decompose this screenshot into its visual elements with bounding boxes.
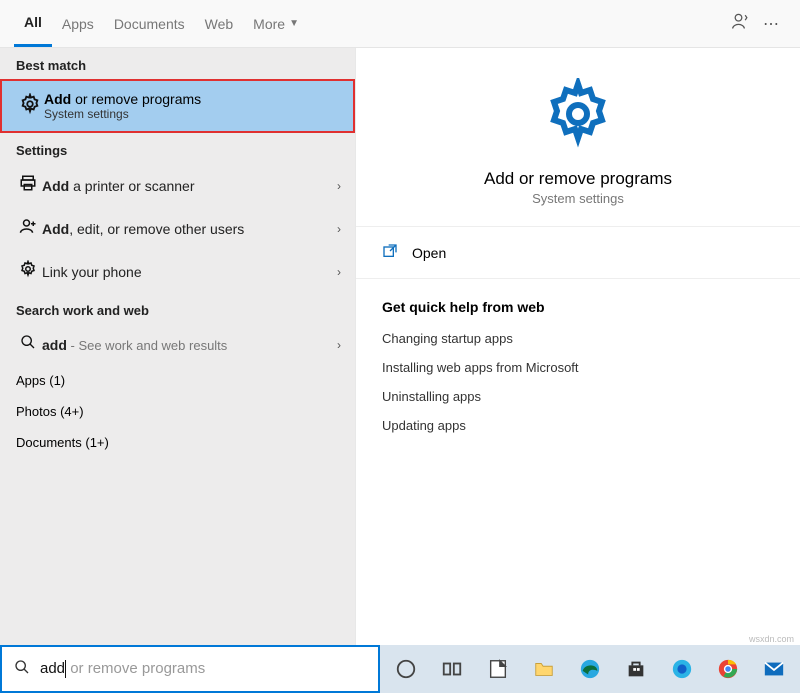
preview-title: Add or remove programs xyxy=(376,169,780,189)
taskbar-cortana-icon[interactable] xyxy=(392,655,420,683)
chevron-down-icon: ▼ xyxy=(289,18,299,29)
search-web-header: Search work and web xyxy=(0,293,355,324)
taskbar xyxy=(380,645,800,693)
preview-subtitle: System settings xyxy=(376,191,780,206)
tab-all[interactable]: All xyxy=(14,0,52,47)
gear-icon xyxy=(16,93,44,120)
person-icon xyxy=(14,217,42,240)
preview-panel: Add or remove programs System settings O… xyxy=(355,48,800,645)
taskbar-store-icon[interactable] xyxy=(622,655,650,683)
settings-header: Settings xyxy=(0,133,355,164)
result-best-match[interactable]: Add or remove programs System settings xyxy=(0,79,355,133)
taskbar-chrome-icon[interactable] xyxy=(714,655,742,683)
chevron-right-icon: › xyxy=(337,338,341,352)
search-input[interactable]: add or remove programs xyxy=(0,645,380,693)
open-icon xyxy=(382,243,398,262)
tab-apps[interactable]: Apps xyxy=(52,0,104,47)
watermark: wsxdn.com xyxy=(749,634,794,644)
gear-icon xyxy=(14,260,42,283)
rewards-icon[interactable] xyxy=(726,11,756,36)
result-add-printer[interactable]: Add a printer or scanner › xyxy=(0,164,355,207)
result-add-users[interactable]: Add, edit, or remove other users › xyxy=(0,207,355,250)
results-panel: Best match Add or remove programs System… xyxy=(0,48,355,645)
tab-documents[interactable]: Documents xyxy=(104,0,195,47)
tab-web[interactable]: Web xyxy=(195,0,244,47)
chevron-right-icon: › xyxy=(337,179,341,193)
taskbar-libreoffice-icon[interactable] xyxy=(484,655,512,683)
category-documents[interactable]: Documents (1+) xyxy=(0,427,355,458)
search-tabs: All Apps Documents Web More▼ ⋯ xyxy=(0,0,800,48)
more-options-icon[interactable]: ⋯ xyxy=(756,14,786,34)
help-link[interactable]: Uninstalling apps xyxy=(382,389,774,404)
taskbar-taskview-icon[interactable] xyxy=(438,655,466,683)
best-match-header: Best match xyxy=(0,48,355,79)
open-action[interactable]: Open xyxy=(356,227,800,279)
help-link[interactable]: Installing web apps from Microsoft xyxy=(382,360,774,375)
help-title: Get quick help from web xyxy=(382,299,774,315)
search-icon xyxy=(14,334,42,355)
result-web-search[interactable]: add - See work and web results › xyxy=(0,324,355,365)
search-icon xyxy=(14,659,30,679)
chevron-right-icon: › xyxy=(337,265,341,279)
category-photos[interactable]: Photos (4+) xyxy=(0,396,355,427)
taskbar-msedge2-icon[interactable] xyxy=(668,655,696,683)
help-link[interactable]: Updating apps xyxy=(382,418,774,433)
printer-icon xyxy=(14,174,42,197)
category-apps[interactable]: Apps (1) xyxy=(0,365,355,396)
gear-icon xyxy=(542,78,614,155)
taskbar-edge-icon[interactable] xyxy=(576,655,604,683)
taskbar-explorer-icon[interactable] xyxy=(530,655,558,683)
chevron-right-icon: › xyxy=(337,222,341,236)
help-link[interactable]: Changing startup apps xyxy=(382,331,774,346)
taskbar-mail-icon[interactable] xyxy=(760,655,788,683)
tab-more[interactable]: More▼ xyxy=(243,0,309,47)
result-link-phone[interactable]: Link your phone › xyxy=(0,250,355,293)
